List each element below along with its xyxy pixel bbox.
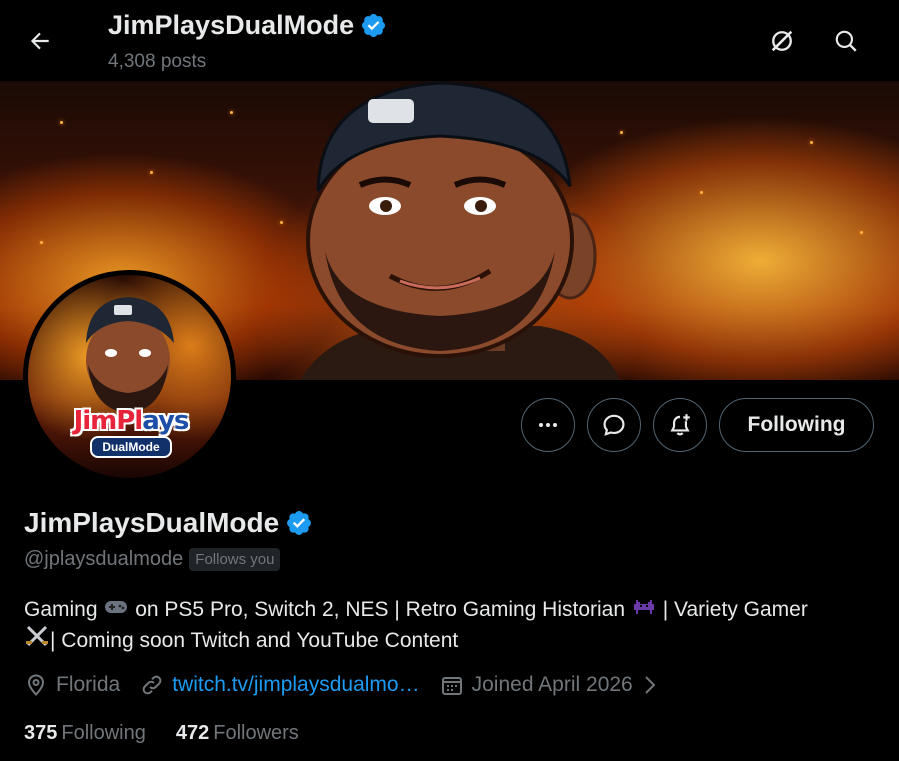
following-button[interactable]: Following bbox=[719, 398, 874, 452]
follows-you-badge: Follows you bbox=[189, 548, 281, 571]
website-item: twitch.tv/jimplaysdualmo… bbox=[140, 673, 420, 697]
bio-text-3: | Variety Gamer bbox=[662, 598, 808, 621]
logo-text-red: JimPl bbox=[73, 406, 144, 436]
avatar-logo-text: JimPlays bbox=[73, 406, 190, 436]
grok-button[interactable] bbox=[762, 21, 802, 61]
follow-stats: 375 Following 472 Followers bbox=[24, 722, 329, 745]
following-count: 375 bbox=[24, 722, 58, 744]
posts-count: 4,308 posts bbox=[108, 51, 207, 72]
search-button[interactable] bbox=[826, 21, 866, 61]
space-invader-icon bbox=[631, 595, 657, 625]
link-icon bbox=[142, 675, 162, 695]
crossed-swords-icon bbox=[24, 625, 50, 656]
logo-text-blue: ays bbox=[142, 406, 189, 436]
header-name: JimPlaysDualMode bbox=[108, 10, 355, 40]
more-dots-icon bbox=[539, 423, 557, 427]
message-button[interactable] bbox=[587, 398, 641, 452]
profile-bio: Gaming on PS5 Pro, Switch 2, NES | Retro… bbox=[24, 595, 884, 656]
location-pin-icon bbox=[27, 674, 45, 696]
chevron-right-icon bbox=[645, 676, 656, 694]
avatar-logo-sub: DualMode bbox=[90, 436, 172, 458]
header-title: JimPlaysDualMode bbox=[108, 10, 387, 41]
profile-avatar[interactable]: JimPlays DualMode bbox=[23, 270, 236, 483]
search-icon bbox=[835, 30, 857, 52]
location-text: Florida bbox=[56, 673, 121, 696]
profile-name-row: JimPlaysDualMode bbox=[24, 507, 313, 539]
followers-count: 472 bbox=[175, 722, 210, 744]
chat-bubble-icon bbox=[603, 414, 625, 436]
joined-text: Joined April 2026 bbox=[471, 673, 633, 696]
joined-item[interactable]: Joined April 2026 bbox=[440, 673, 659, 697]
website-link[interactable]: twitch.tv/jimplaysdualmo… bbox=[172, 673, 419, 697]
profile-header-bar: JimPlaysDualMode 4,308 posts bbox=[0, 0, 899, 81]
avatar-logo: JimPlays DualMode bbox=[56, 405, 206, 461]
bio-text-1: Gaming bbox=[24, 598, 98, 621]
arrow-left-icon bbox=[30, 32, 49, 50]
gamepad-icon bbox=[103, 595, 129, 625]
back-button[interactable] bbox=[20, 21, 60, 61]
followers-label: Followers bbox=[213, 722, 299, 744]
verified-badge-icon bbox=[362, 13, 386, 38]
avatar-image: JimPlays DualMode bbox=[28, 275, 231, 478]
calendar-icon bbox=[441, 677, 462, 695]
bio-text-4: | Coming soon Twitch and YouTube Content bbox=[50, 629, 459, 652]
notifications-button[interactable] bbox=[653, 398, 707, 452]
profile-meta-row: Florida twitch.tv/jimplaysdualmo… Joined… bbox=[24, 673, 679, 697]
profile-name: JimPlaysDualMode bbox=[24, 507, 280, 538]
location-item: Florida bbox=[24, 673, 120, 697]
bell-plus-icon bbox=[670, 414, 690, 436]
following-label: Following bbox=[61, 722, 146, 744]
grok-icon bbox=[771, 30, 793, 52]
profile-handle: @jplaysdualmode bbox=[24, 548, 184, 570]
followers-stat-link[interactable]: 472 Followers bbox=[176, 722, 299, 745]
verified-badge-icon[interactable] bbox=[285, 509, 313, 537]
more-options-button[interactable] bbox=[521, 398, 575, 452]
handle-row: @jplaysdualmode Follows you bbox=[24, 548, 281, 571]
bio-text-2: on PS5 Pro, Switch 2, NES | Retro Gaming… bbox=[135, 598, 626, 621]
following-stat-link[interactable]: 375 Following bbox=[24, 722, 146, 745]
